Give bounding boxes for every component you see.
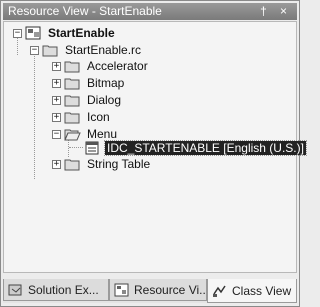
tree-node-rc-file[interactable]: − StartEnable.rc [30,42,143,58]
tab-class-view[interactable]: Class View [207,279,297,303]
tree-node-label: StartEnable.rc [65,43,142,57]
solution-explorer-icon [8,283,24,297]
tab-label: Resource Vi... [134,282,207,297]
tab-label: Solution Ex... [28,282,99,297]
tree-node-string-table[interactable]: + String Table [52,156,152,172]
tree-node-label: IDC_STARTENABLE [English (U.S.)] [104,140,307,156]
tab-label: Class View [232,283,292,298]
tree-node-idc-startenable[interactable]: IDC_STARTENABLE [English (U.S.)] [84,140,307,156]
project-icon [25,26,42,40]
folder-icon [64,110,81,124]
collapse-icon[interactable]: − [13,28,22,38]
open-folder-icon [64,127,81,141]
tree-node-root[interactable]: − StartEnable [13,25,117,41]
pin-icon[interactable]: † [256,4,271,19]
expand-icon[interactable]: + [52,112,61,122]
tree-node-label: String Table [87,157,151,171]
tree-node-label: Accelerator [87,59,148,73]
folder-icon [64,157,81,171]
collapse-icon[interactable]: − [30,45,39,55]
panel-titlebar[interactable]: Resource View - StartEnable † × [3,3,297,20]
panel-title: Resource View - StartEnable [8,4,162,18]
class-view-icon [212,284,228,298]
resource-view-panel: Resource View - StartEnable † × − StartE… [0,0,307,307]
expand-icon[interactable]: + [52,159,61,169]
folder-icon [42,43,59,57]
tab-solution-explorer[interactable]: Solution Ex... [3,279,109,301]
expand-icon[interactable]: + [52,61,61,71]
menu-resource-icon [84,141,101,155]
tree-connector [34,53,35,179]
folder-icon [64,76,81,90]
folder-icon [64,59,81,73]
tree-node-label: Menu [87,127,118,141]
close-icon[interactable]: × [276,4,291,19]
tab-resource-view[interactable]: Resource Vi... [109,279,207,301]
tree-node-bitmap[interactable]: + Bitmap [52,75,126,91]
expand-icon[interactable]: + [52,95,61,105]
tree-node-icon[interactable]: + Icon [52,109,112,125]
folder-icon [64,93,81,107]
tree-connector [69,147,83,148]
tree-node-label: StartEnable [48,26,115,40]
tree-node-accelerator[interactable]: + Accelerator [52,58,150,74]
tree-node-dialog[interactable]: + Dialog [52,92,123,108]
resource-tree[interactable]: − StartEnable − StartEnable.rc + Acceler… [3,21,307,273]
tree-node-label: Dialog [87,93,122,107]
resource-view-icon [114,283,130,297]
panel-tab-strip: Solution Ex... Resource Vi... Class View [3,279,297,303]
collapse-icon[interactable]: − [52,129,61,139]
tree-node-label: Bitmap [87,76,125,90]
expand-icon[interactable]: + [52,78,61,88]
tree-node-label: Icon [87,110,110,124]
